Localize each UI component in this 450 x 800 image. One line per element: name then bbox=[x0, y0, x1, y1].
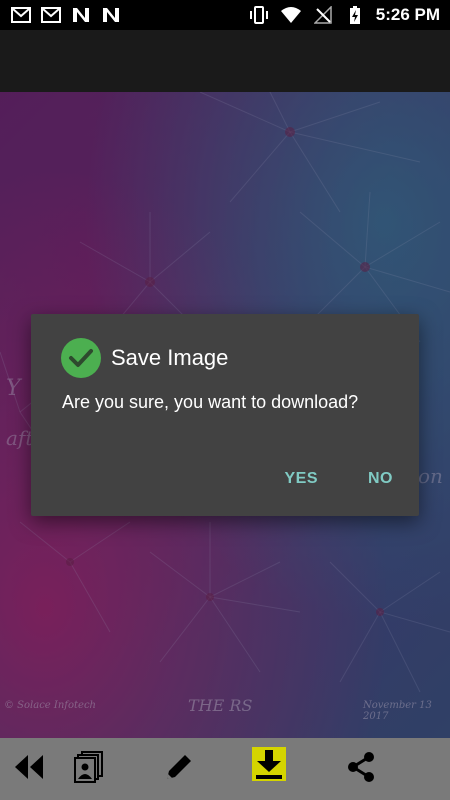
clock: 5:26 PM bbox=[375, 5, 440, 24]
gallery-button[interactable] bbox=[70, 750, 108, 788]
app-toolbar bbox=[0, 30, 450, 92]
gmail-icon bbox=[10, 6, 32, 24]
status-bar: 5:26 PM bbox=[0, 0, 450, 30]
battery-charging-icon bbox=[344, 6, 366, 24]
system-icons: 5:26 PM bbox=[248, 5, 450, 25]
edit-icon bbox=[163, 751, 195, 788]
download-button[interactable] bbox=[251, 746, 287, 786]
dialog-header: Save Image bbox=[61, 338, 228, 378]
share-icon bbox=[345, 751, 377, 788]
gallery-icon bbox=[74, 750, 104, 788]
share-button[interactable] bbox=[342, 750, 380, 788]
bottom-action-bar bbox=[0, 738, 450, 800]
no-signal-icon bbox=[312, 6, 334, 24]
n-notification-icon bbox=[100, 6, 122, 24]
vibrate-icon bbox=[248, 6, 270, 24]
edit-button[interactable] bbox=[160, 750, 198, 788]
no-button[interactable]: NO bbox=[368, 470, 393, 488]
download-icon bbox=[252, 746, 286, 786]
save-image-dialog: Save Image Are you sure, you want to dow… bbox=[31, 314, 419, 516]
rewind-button[interactable] bbox=[10, 750, 48, 788]
dialog-actions: YES NO bbox=[284, 470, 393, 488]
gmail-icon bbox=[40, 6, 62, 24]
notification-icons bbox=[0, 6, 122, 24]
yes-button[interactable]: YES bbox=[284, 470, 318, 488]
dialog-message: Are you sure, you want to download? bbox=[62, 392, 359, 412]
wifi-icon bbox=[280, 6, 302, 24]
rewind-icon bbox=[13, 753, 45, 786]
check-circle-icon bbox=[61, 338, 101, 378]
n-notification-icon bbox=[70, 6, 92, 24]
dialog-title: Save Image bbox=[111, 345, 229, 370]
